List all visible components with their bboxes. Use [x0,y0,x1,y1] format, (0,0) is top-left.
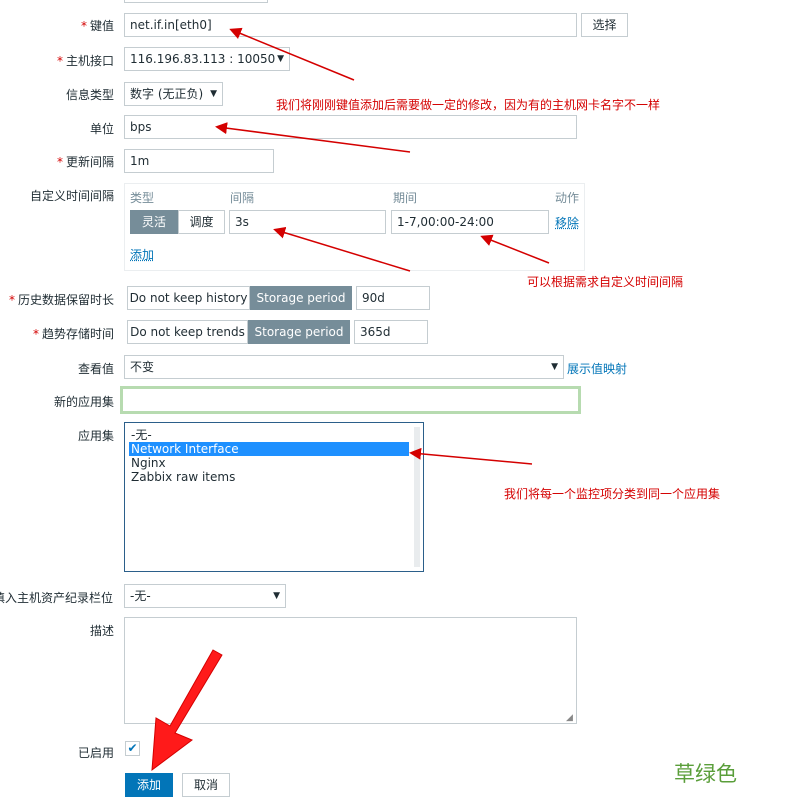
arrow-to-key [229,27,355,81]
color-word-label: 草绿色 [674,762,737,786]
arrow-to-interval [273,226,411,272]
arrow-to-period [480,234,550,264]
annotation-arrows [151,27,550,772]
arrow-to-units [215,122,411,153]
note-custom-interval: 可以根据需求自定义时间间隔 [527,275,684,289]
note-application: 我们将每一个监控项分类到同一个应用集 [504,487,721,501]
arrow-to-application [409,447,533,465]
big-arrow-to-add-button [151,649,223,772]
note-key-modification: 我们将刚刚键值添加后需要做一定的修改，因为有的主机网卡名字不一样 [276,98,661,112]
